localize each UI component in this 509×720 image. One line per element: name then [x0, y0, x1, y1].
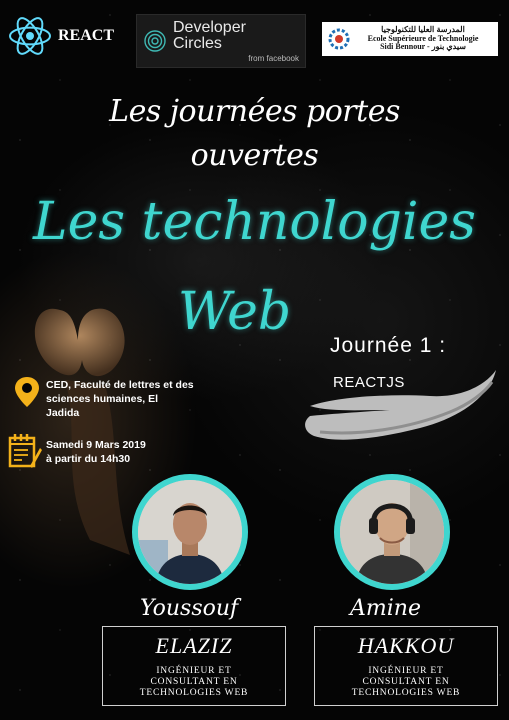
date-line-1: Samedi 9 Mars 2019 [46, 439, 146, 451]
speaker-role-line-1: INGÉNIEUR ET [156, 666, 232, 676]
developer-circles-logo: Developer Circles from facebook [136, 14, 306, 68]
event-location: CED, Faculté de lettres et des sciences … [46, 378, 206, 420]
speaker-name-box: HAKKOU INGÉNIEUR ET CONSULTANT EN TECHNO… [314, 626, 498, 706]
speaker-role-line-3: TECHNOLOGIES WEB [351, 688, 461, 698]
school-gear-icon [328, 28, 350, 50]
location-line-1: CED, Faculté de lettres et des [46, 379, 194, 391]
speaker-photo [334, 474, 450, 590]
headline-line-2: ouvertes [190, 138, 319, 173]
developer-circles-title: Developer Circles [173, 18, 246, 52]
location-line-3: Jadida [46, 407, 80, 419]
event-poster: REACT Developer Circles from facebook ال… [0, 0, 509, 720]
speaker-last-name: HAKKOU [357, 633, 455, 658]
speaker-2-photo [340, 480, 444, 584]
date-line-2: à partir du 14h30 [46, 453, 131, 465]
speaker-role: INGÉNIEUR ET CONSULTANT EN TECHNOLOGIES … [315, 666, 497, 699]
headline-line-1: Les journées portes [109, 94, 400, 129]
topic-line-1: Les technologies [33, 192, 476, 252]
school-logo: المدرسة العليا للتكنولوجيا Ecole Supérie… [322, 22, 498, 56]
speaker-role-line-2: CONSULTANT EN [150, 677, 238, 687]
event-date: Samedi 9 Mars 2019 à partir du 14h30 [46, 438, 146, 466]
speaker-role-line-3: TECHNOLOGIES WEB [139, 688, 249, 698]
developer-circles-icon [144, 30, 166, 52]
session-subject: REACTJS [333, 374, 405, 391]
speaker-role: INGÉNIEUR ET CONSULTANT EN TECHNOLOGIES … [103, 666, 285, 699]
speaker-role-line-1: INGÉNIEUR ET [368, 666, 444, 676]
school-location: Sidi Bennour - سيدي بنور [380, 42, 466, 52]
session-day: Journée 1 : [330, 334, 447, 357]
speaker-first-name: Youssouf [140, 596, 239, 621]
speaker-first-name: Amine [350, 596, 421, 621]
location-line-2: sciences humaines, El [46, 393, 159, 405]
developer-circles-subtitle: from facebook [248, 53, 299, 63]
topic-line-2: Web [177, 282, 292, 342]
speaker-name-box: ELAZIZ INGÉNIEUR ET CONSULTANT EN TECHNO… [102, 626, 286, 706]
location-pin-icon [15, 377, 39, 407]
react-logo: REACT [6, 14, 114, 58]
react-logo-text: REACT [58, 27, 115, 44]
speaker-photo [132, 474, 248, 590]
react-atom-icon [9, 17, 51, 55]
speaker-1-photo [138, 480, 242, 584]
speaker-last-name: ELAZIZ [155, 633, 233, 658]
calendar-icon [8, 434, 42, 468]
speaker-role-line-2: CONSULTANT EN [362, 677, 450, 687]
